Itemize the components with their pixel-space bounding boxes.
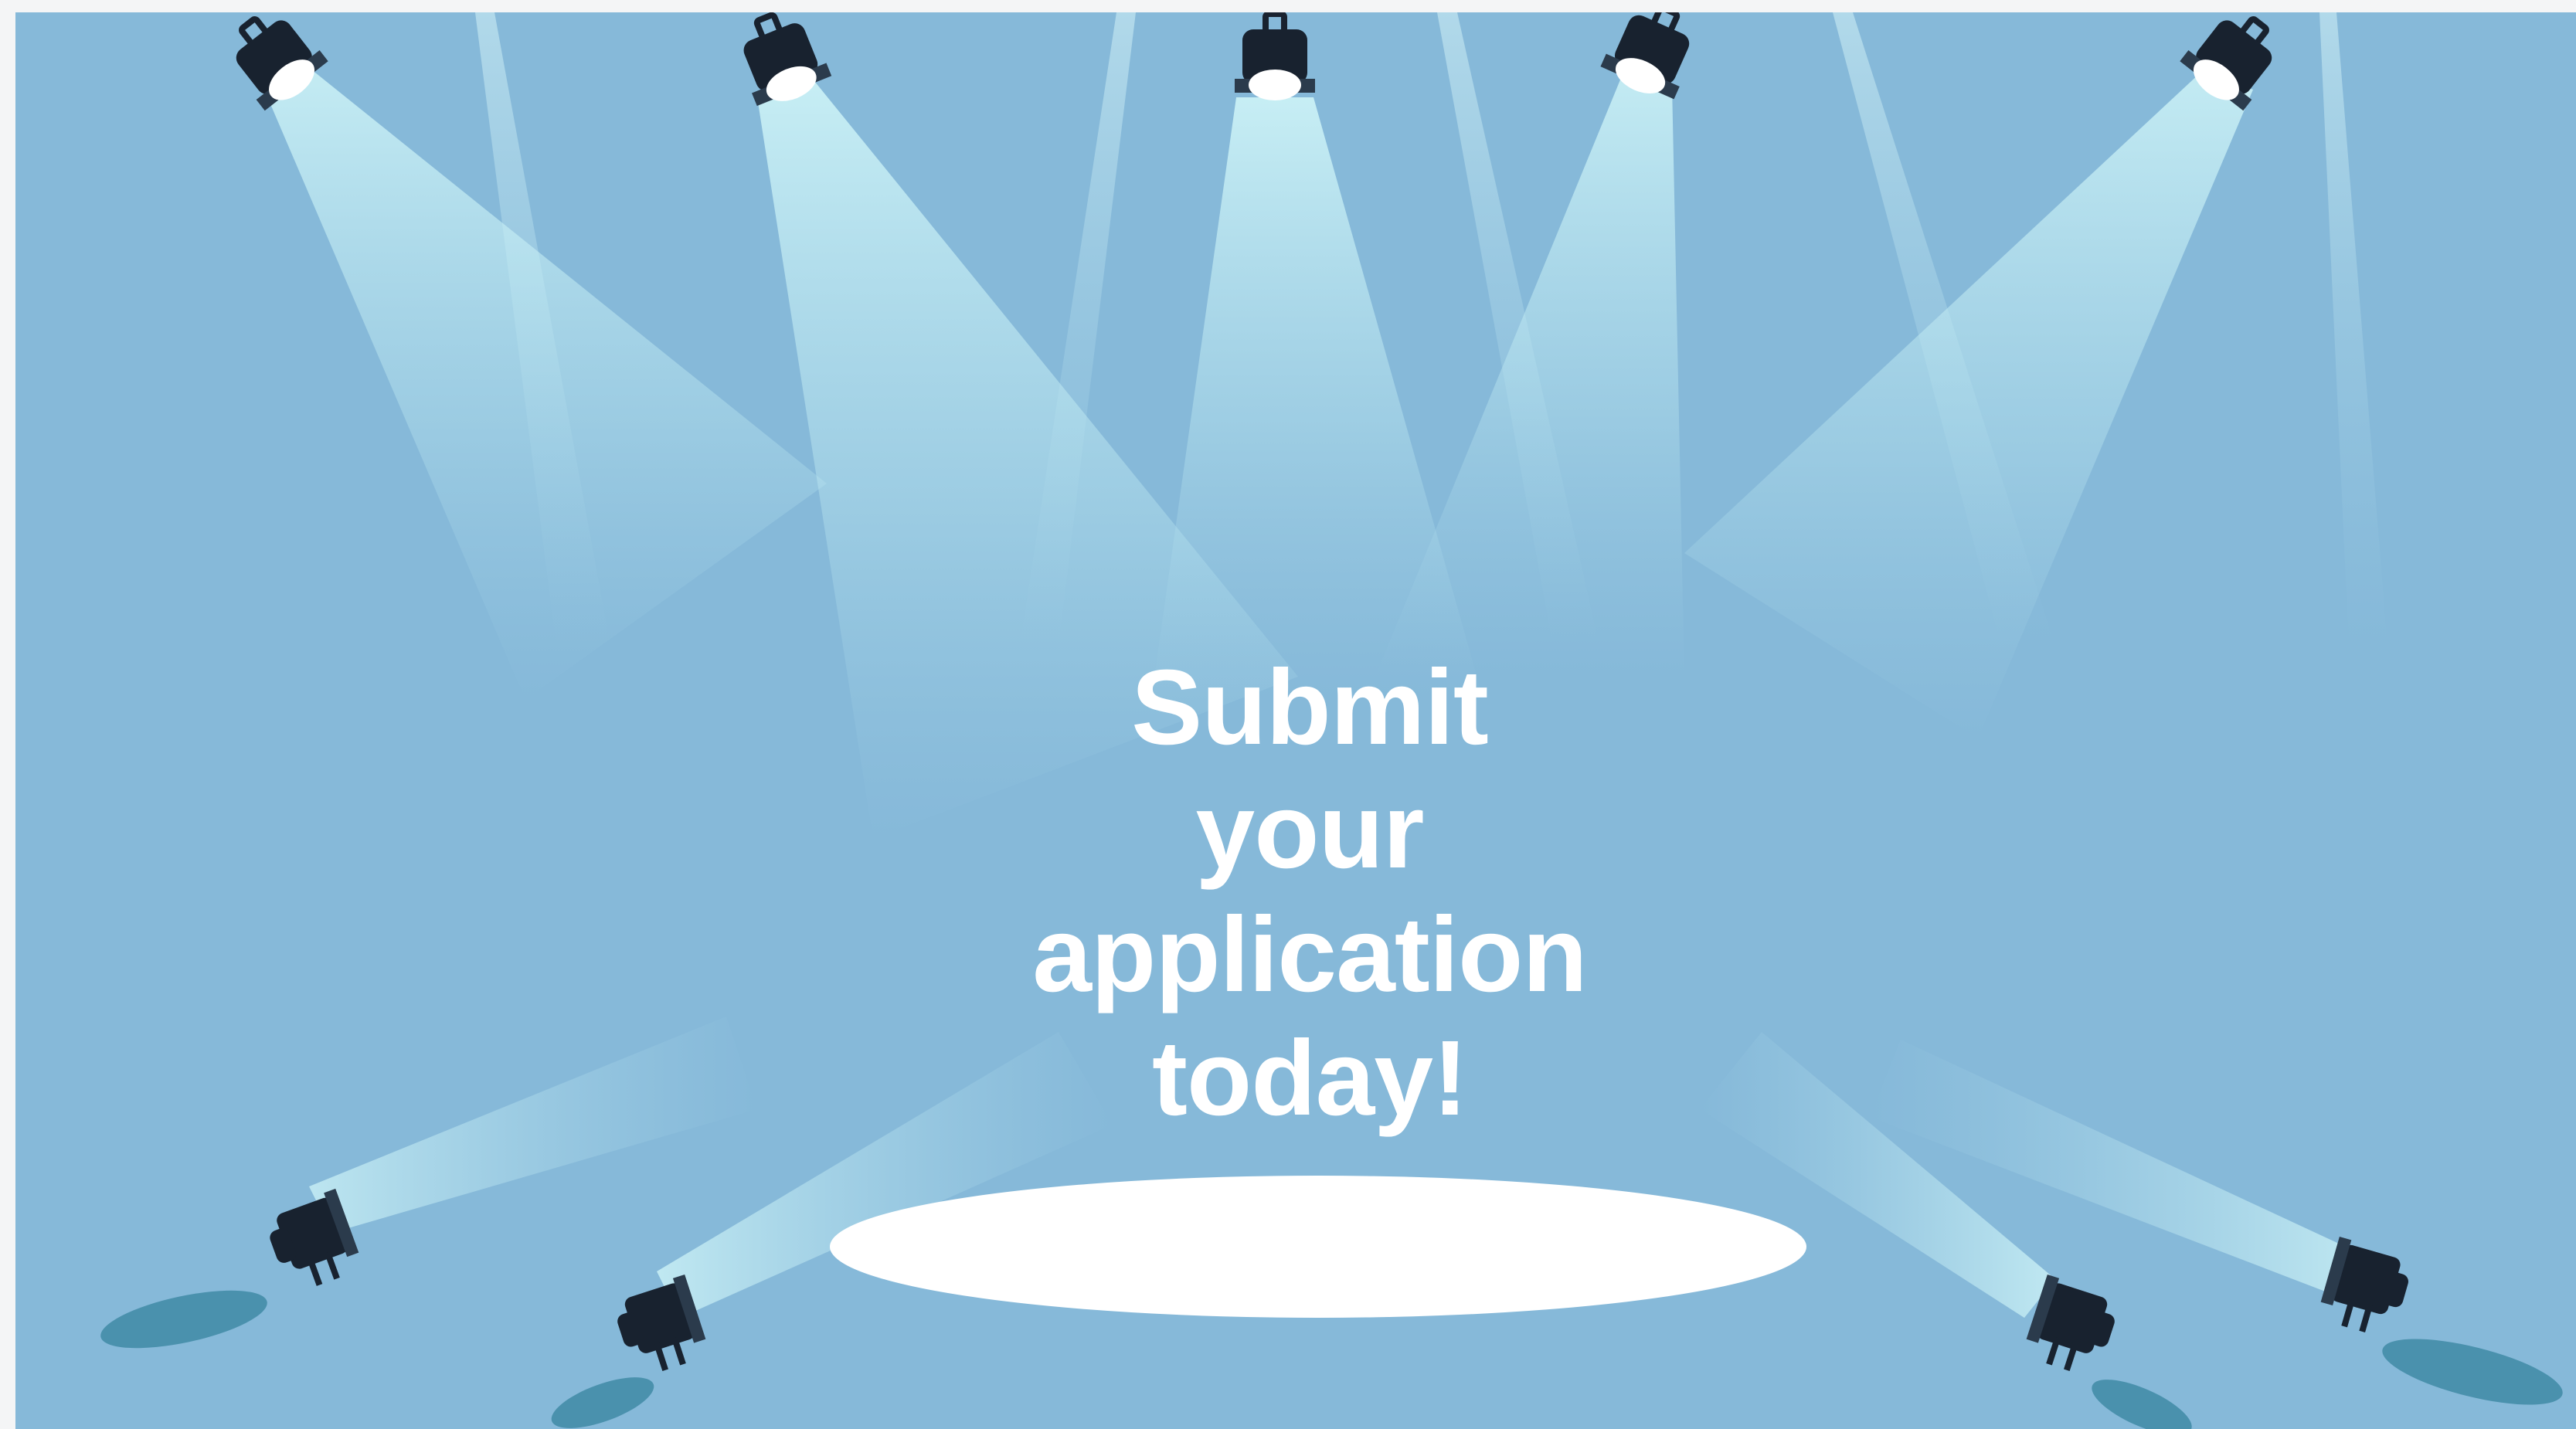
fixture-shadow xyxy=(551,1377,654,1428)
stage-background: Submit your application today! xyxy=(15,12,2576,1429)
fixture-shadow xyxy=(2092,1380,2192,1429)
slide-frame: Submit your application today! xyxy=(0,0,2576,1429)
spotlight-beam xyxy=(1375,74,1684,677)
spotlight-beam xyxy=(309,1017,757,1233)
heading-line: your xyxy=(1195,772,1424,891)
heading-line: application xyxy=(1032,895,1587,1014)
spotlight-icon xyxy=(1235,14,1315,100)
spotlight-icon xyxy=(1597,12,1706,107)
heading-line: today! xyxy=(1152,1019,1468,1138)
fixture-shadow xyxy=(100,1290,267,1349)
spotlight-beam xyxy=(1684,73,2253,738)
fixture-shadow xyxy=(2382,1339,2563,1405)
spotlight-beam xyxy=(264,73,827,700)
background-light-beam xyxy=(2319,12,2387,646)
call-to-action-heading: Submit your application today! xyxy=(939,646,1681,1140)
heading-line: Submit xyxy=(1131,648,1489,767)
spotlight-floor-pool xyxy=(830,1176,1806,1318)
